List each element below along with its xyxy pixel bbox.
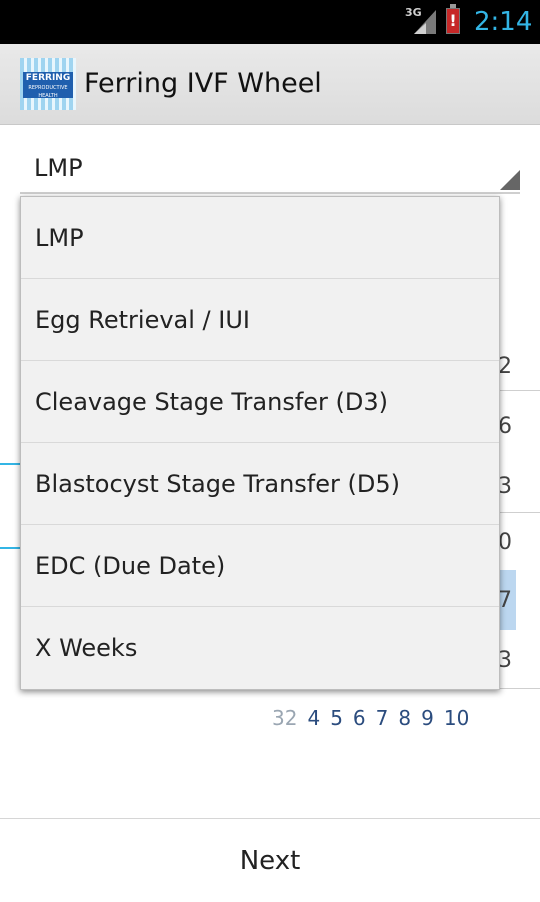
app-title: Ferring IVF Wheel [84, 68, 322, 99]
background-digit: 3 [498, 648, 512, 673]
week-number: 32 [272, 706, 298, 730]
background-blue-divider [0, 463, 22, 465]
dropdown-option-lmp[interactable]: LMP [21, 197, 499, 279]
week-numbers-row: 32 4 5 6 7 8 9 10 [272, 706, 469, 730]
action-bar: FERRING REPRODUCTIVE HEALTH Ferring IVF … [0, 44, 540, 125]
week-number: 8 [398, 706, 412, 730]
week-number: 4 [307, 706, 321, 730]
background-divider [500, 688, 540, 689]
background-digit: 3 [498, 474, 512, 499]
status-bar: 3G ! 2:14 [0, 0, 540, 44]
background-digit: 7 [498, 588, 512, 613]
dropdown-option-x-weeks[interactable]: X Weeks [21, 607, 499, 689]
battery-low-icon: ! [446, 4, 460, 34]
event-type-spinner[interactable]: LMP [20, 144, 520, 194]
dropdown-option-cleavage-transfer[interactable]: Cleavage Stage Transfer (D3) [21, 361, 499, 443]
background-digit: 0 [498, 530, 512, 555]
spinner-selected-value: LMP [34, 154, 83, 182]
next-button[interactable]: Next [0, 819, 540, 900]
event-type-dropdown: LMP Egg Retrieval / IUI Cleavage Stage T… [20, 196, 500, 690]
week-number: 10 [443, 706, 470, 730]
dropdown-option-egg-retrieval[interactable]: Egg Retrieval / IUI [21, 279, 499, 361]
background-blue-divider [0, 547, 22, 549]
status-clock: 2:14 [474, 7, 533, 37]
app-logo: FERRING REPRODUCTIVE HEALTH [20, 58, 76, 110]
background-digit: 2 [498, 354, 512, 379]
signal-icon [414, 10, 436, 34]
week-number: 9 [421, 706, 434, 730]
background-digit: 6 [498, 414, 512, 439]
background-divider [500, 390, 540, 391]
week-number: 7 [375, 706, 389, 730]
dropdown-option-blastocyst-transfer[interactable]: Blastocyst Stage Transfer (D5) [21, 443, 499, 525]
dropdown-option-edc[interactable]: EDC (Due Date) [21, 525, 499, 607]
week-number: 6 [352, 706, 366, 730]
dropdown-triangle-icon [500, 170, 520, 190]
week-number: 5 [330, 706, 343, 730]
background-divider [500, 512, 540, 513]
logo-text: FERRING [25, 73, 71, 83]
logo-subtext: REPRODUCTIVE HEALTH [28, 85, 68, 99]
